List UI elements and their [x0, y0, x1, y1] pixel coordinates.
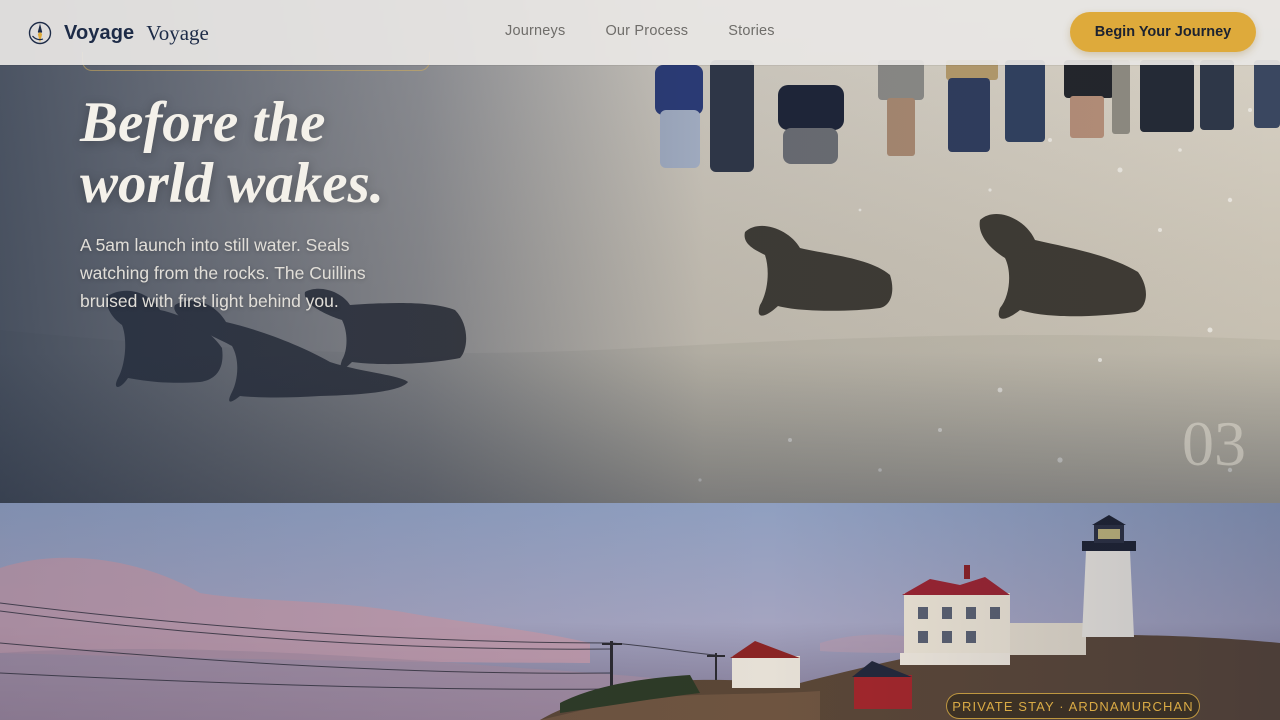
nav-link-journeys[interactable]: Journeys [505, 23, 565, 39]
site-header: Voyage Voyage Journeys Our Process Stori… [0, 0, 1280, 65]
lighthouse-panel: PRIVATE STAY · ARDNAMURCHAN [0, 503, 1280, 720]
nav-link-stories[interactable]: Stories [728, 23, 775, 39]
nav-link-our-process[interactable]: Our Process [605, 23, 688, 39]
stay-location-tag: PRIVATE STAY · ARDNAMURCHAN [946, 693, 1200, 719]
brand-link[interactable]: Voyage Voyage [28, 18, 209, 48]
main-nav: Journeys Our Process Stories [505, 23, 815, 39]
hero-title-line-1: Before the [80, 91, 326, 154]
hero-description: A 5am launch into still water. Seals wat… [80, 235, 366, 311]
compass-rose-icon [28, 21, 52, 45]
hero-title: Before the world wakes. [80, 92, 500, 214]
brand-subtitle: Voyage [146, 20, 209, 45]
brand-name: Voyage [64, 21, 135, 44]
lighthouse-image [0, 503, 1280, 720]
slide-number: 03 [1182, 408, 1246, 479]
hero-section: Before the world wakes. A 5am launch int… [0, 0, 1280, 503]
hero-title-line-2: world wakes. [80, 152, 385, 215]
begin-journey-button[interactable]: Begin Your Journey [1070, 12, 1256, 52]
